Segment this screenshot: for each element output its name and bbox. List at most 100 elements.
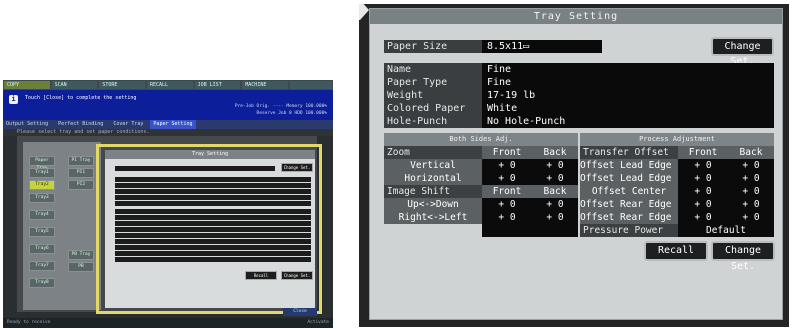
mini-row	[115, 183, 311, 188]
offset-lead-edge-2-front[interactable]: + 0	[678, 172, 728, 185]
pressure-power-value[interactable]: Default	[678, 224, 774, 237]
hole-punch-label: Hole-Punch	[384, 115, 482, 128]
mini-change-set-button[interactable]: Change Set.	[281, 163, 313, 172]
colored-paper-value: White	[482, 102, 774, 115]
empty-cell	[482, 224, 578, 237]
shift-back-header: Back	[532, 185, 578, 198]
instruction-text: Please select tray and set paper conditi…	[3, 129, 333, 136]
crumb-paper-setting[interactable]: Paper Setting	[150, 120, 196, 129]
paper-type-value: Fine	[482, 76, 774, 89]
tray-setting-window: Tray Setting Paper Size 8.5x11▭ Change S…	[369, 8, 783, 320]
mini-row	[115, 189, 311, 194]
tray-3-button[interactable]: Tray3	[29, 193, 55, 203]
shift-rightleft-front[interactable]: + 0	[482, 211, 532, 224]
mini-row	[115, 221, 311, 226]
zoom-vertical-back[interactable]: + 0	[532, 159, 578, 172]
mini-row	[115, 227, 311, 232]
tab-scan[interactable]: SCAN	[51, 81, 98, 89]
offset-center-back[interactable]: + 0	[728, 185, 774, 198]
mini-row	[115, 251, 311, 256]
zoom-horizontal-label: Horizontal	[384, 172, 482, 185]
crumb-output-setting[interactable]: Output Setting	[3, 120, 51, 129]
tab-store[interactable]: STORE	[99, 81, 145, 89]
offset-lead-edge-1-front[interactable]: + 0	[678, 159, 728, 172]
offset-lead-edge-1-label: Offset Lead Edge 1	[580, 159, 678, 172]
zoom-horizontal-front[interactable]: + 0	[482, 172, 532, 185]
transfer-offset-label: Transfer Offset	[580, 146, 678, 159]
corner-arrow-icon	[359, 4, 369, 20]
shift-front-header: Front	[482, 185, 532, 198]
offset-lead-edge-1-back[interactable]: + 0	[728, 159, 774, 172]
mini-row	[115, 233, 311, 238]
mini-row	[115, 201, 311, 206]
offset-lead-edge-2-label: Offset Lead Edge 2	[580, 172, 678, 185]
mini-row	[115, 215, 311, 220]
zoom-horizontal-back[interactable]: + 0	[532, 172, 578, 185]
offset-center-front[interactable]: + 0	[678, 185, 728, 198]
mini-row	[115, 209, 311, 214]
screen-thumbnail: COPY SCAN STORE RECALL JOB LIST MACHINE …	[3, 80, 333, 328]
shift-updown-back[interactable]: + 0	[532, 198, 578, 211]
tray-5-button[interactable]: Tray5	[29, 227, 55, 237]
mini-paper-size	[115, 166, 275, 171]
crumb-cover-tray[interactable]: Cover Tray	[110, 120, 146, 129]
offset-rear-edge-2-front[interactable]: + 0	[678, 211, 728, 224]
pi1-button[interactable]: PI1	[68, 168, 94, 178]
offset-rear-edge-2-label: Offset Rear Edge 2	[580, 211, 678, 224]
tray-setting-mini: Tray Setting Change Set. Recall Change S…	[105, 150, 315, 308]
info-icon: i	[9, 95, 18, 104]
zoom-vertical-front[interactable]: + 0	[482, 159, 532, 172]
mode-tab-bar: COPY SCAN STORE RECALL JOB LIST MACHINE	[3, 80, 333, 90]
pi2-button[interactable]: PI2	[68, 180, 94, 190]
tray-6-button[interactable]: Tray6	[29, 244, 55, 254]
tray-2-button[interactable]: Tray2	[29, 180, 55, 190]
offset-rear-edge-1-front[interactable]: + 0	[678, 198, 728, 211]
name-label: Name	[384, 63, 482, 76]
tab-extra[interactable]	[289, 81, 332, 89]
process-back-header: Back	[728, 146, 774, 159]
tray-1-button[interactable]: Tray1	[29, 168, 55, 178]
offset-rear-edge-1-label: Offset Rear Edge 1	[580, 198, 678, 211]
change-set-bottom-button[interactable]: Change Set.	[711, 241, 775, 272]
tray-4-button[interactable]: Tray4	[29, 210, 55, 220]
shift-updown-front[interactable]: + 0	[482, 198, 532, 211]
tray-7-button[interactable]: Tray7	[29, 261, 55, 271]
mini-row	[115, 257, 311, 262]
recall-button[interactable]: Recall	[644, 241, 708, 261]
pi-tray-header: PI Tray	[68, 156, 94, 166]
bottom-status-right: Activate	[307, 320, 329, 325]
offset-rear-edge-1-back[interactable]: + 0	[728, 198, 774, 211]
status-line-1: Pre-Job Orig. ---- Memory 100.000%	[234, 104, 327, 109]
message-text: Touch [Close] to complete the setting	[25, 95, 137, 101]
breadcrumb: Output Setting Perfect Binding Cover Tra…	[3, 120, 333, 129]
zoom-back-header: Back	[532, 146, 578, 159]
mini-recall-button[interactable]: Recall	[245, 271, 277, 280]
tab-recall[interactable]: RECALL	[146, 81, 193, 89]
window-title: Tray Setting	[370, 9, 782, 24]
tray-8-button[interactable]: Tray8	[29, 278, 55, 288]
offset-rear-edge-2-back[interactable]: + 0	[728, 211, 774, 224]
change-set-button[interactable]: Change Set.	[711, 37, 774, 67]
mini-row	[115, 177, 311, 182]
bottom-status-bar: Ready to receive Activate	[3, 318, 333, 328]
offset-lead-edge-2-back[interactable]: + 0	[728, 172, 774, 185]
name-value: Fine	[482, 63, 774, 76]
pb-button[interactable]: PB	[68, 262, 94, 272]
tray-setting-panel: Tray Setting Paper Size 8.5x11▭ Change S…	[359, 4, 789, 327]
crumb-perfect-binding[interactable]: Perfect Binding	[55, 120, 106, 129]
tab-machine[interactable]: MACHINE	[242, 81, 288, 89]
mini-row	[115, 245, 311, 250]
tab-job-list[interactable]: JOB LIST	[194, 81, 241, 89]
hole-punch-value: No Hole-Punch	[482, 115, 774, 128]
pressure-power-label: Pressure Power	[580, 224, 678, 237]
shift-rightleft-back[interactable]: + 0	[532, 211, 578, 224]
status-line-2: Reserve Job 0 HDD 100.000%	[256, 111, 327, 116]
mini-row	[115, 239, 311, 244]
mini-change-set-button-2[interactable]: Change Set.	[281, 271, 313, 280]
close-button[interactable]: Close	[283, 308, 317, 316]
shift-rightleft-label: Right<->Left	[384, 211, 482, 224]
paper-type-label: Paper Type	[384, 76, 482, 89]
tab-copy[interactable]: COPY	[4, 81, 50, 89]
zoom-vertical-label: Vertical	[384, 159, 482, 172]
paper-size-value: 8.5x11▭	[482, 40, 602, 53]
